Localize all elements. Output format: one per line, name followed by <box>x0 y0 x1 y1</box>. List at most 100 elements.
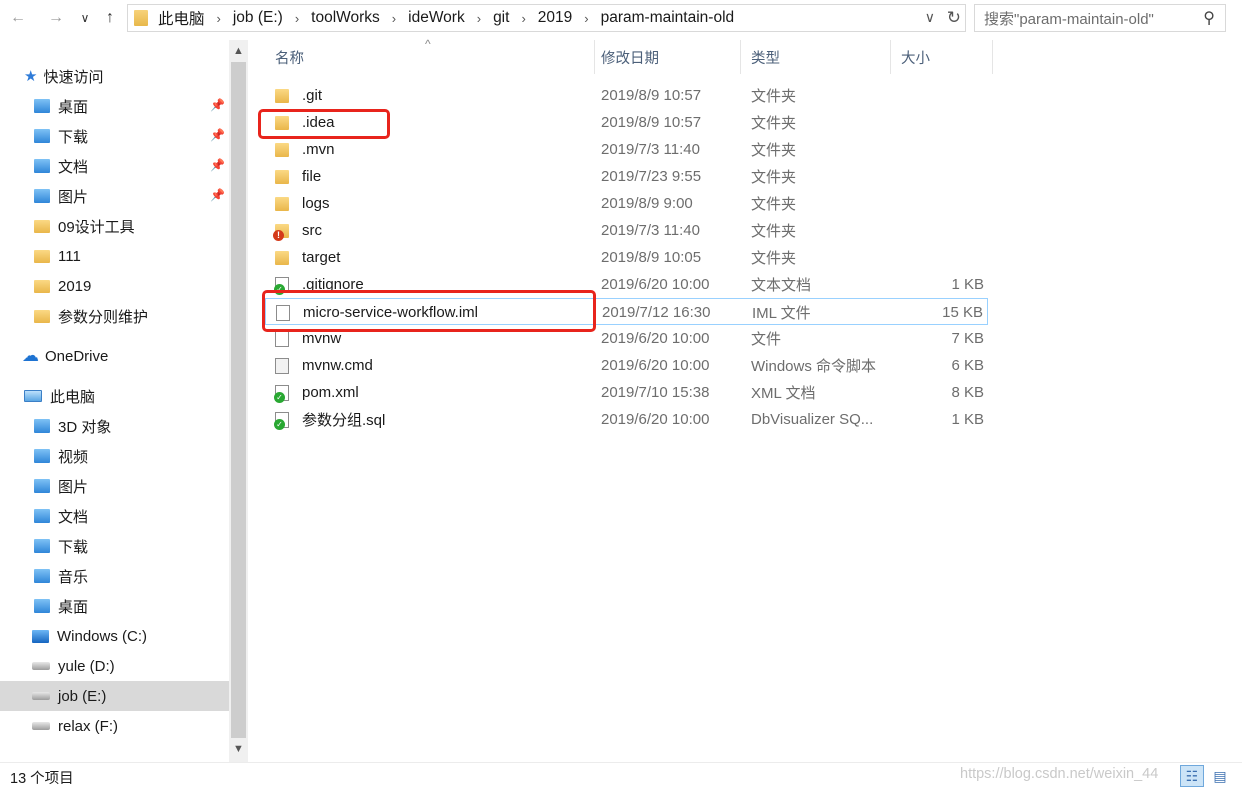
sidebar-item[interactable]: 09设计工具 <box>0 211 229 241</box>
sidebar-onedrive[interactable]: ☁ OneDrive <box>0 341 229 371</box>
status-bar: 13 个项目 https://blog.csdn.net/weixin_44 ☷… <box>0 762 1242 790</box>
column-name[interactable]: 名称 ^ <box>265 37 595 74</box>
folder-icon <box>34 509 50 523</box>
sidebar-item[interactable]: 桌面 <box>0 591 229 621</box>
pin-icon[interactable]: 📌 <box>210 98 225 112</box>
up-arrow-icon[interactable]: ↑ <box>98 6 122 30</box>
chevron-down-icon[interactable]: ∨ <box>925 9 935 26</box>
chevron-right-icon[interactable]: › <box>392 11 396 26</box>
folder-icon <box>34 309 50 323</box>
sidebar-drive[interactable]: job (E:) <box>0 681 229 711</box>
drive-icon <box>32 692 50 700</box>
breadcrumb-item[interactable]: 2019 › <box>538 7 601 29</box>
column-date[interactable]: 修改日期 <box>591 40 741 74</box>
breadcrumb-item[interactable]: ideWork › <box>408 7 493 29</box>
search-placeholder: 搜索"param-maintain-old" <box>984 10 1154 28</box>
sidebar-item[interactable]: 3D 对象 <box>0 411 229 441</box>
column-name-label: 名称 <box>275 50 304 67</box>
chevron-right-icon[interactable]: › <box>521 11 525 26</box>
sidebar-item[interactable]: 参数分则维护 <box>0 301 229 331</box>
file-type: 文件夹 <box>751 196 797 213</box>
recent-locations-chevron-icon[interactable]: ∨ <box>73 6 97 30</box>
breadcrumb-item[interactable]: 此电脑 › <box>158 7 233 29</box>
sidebar-label: 3D 对象 <box>58 418 112 436</box>
sidebar-drive[interactable]: Windows (C:) <box>0 621 229 651</box>
sidebar-item[interactable]: 下载 <box>0 531 229 561</box>
sidebar-item[interactable]: 2019 <box>0 271 229 301</box>
refresh-icon[interactable]: ↻ <box>947 8 961 28</box>
file-row[interactable]: 参数分组.sql 2019/6/20 10:00 DbVisualizer SQ..… <box>265 406 988 433</box>
scrollbar-thumb[interactable] <box>231 62 246 738</box>
folder-icon <box>34 539 50 553</box>
tiles-view-icon[interactable]: ▤ <box>1208 765 1232 787</box>
forward-arrow-icon[interactable]: → <box>44 6 68 30</box>
sidebar-this-pc[interactable]: 此电脑 <box>0 381 229 411</box>
scroll-up-icon[interactable]: ▲ <box>229 42 248 60</box>
file-name-cell: file <box>275 163 595 190</box>
file-type: 文本文档 <box>751 277 812 294</box>
scroll-down-icon[interactable]: ▼ <box>229 740 248 758</box>
file-row[interactable]: target 2019/8/9 10:05 文件夹 <box>265 244 988 271</box>
sidebar-item[interactable]: 下载 📌 <box>0 121 229 151</box>
folder-icon <box>275 88 289 103</box>
file-row[interactable]: logs 2019/8/9 9:00 文件夹 <box>265 190 988 217</box>
cloud-icon: ☁ <box>22 346 39 365</box>
file-size: 1 KB <box>951 411 984 428</box>
folder-icon <box>34 569 50 583</box>
file-row[interactable]: pom.xml 2019/7/10 15:38 XML 文档 8 KB <box>265 379 988 406</box>
file-row[interactable]: src 2019/7/3 11:40 文件夹 <box>265 217 988 244</box>
file-type: 文件夹 <box>751 169 797 186</box>
file-row[interactable]: file 2019/7/23 9:55 文件夹 <box>265 163 988 190</box>
sidebar-item[interactable]: 文档 <box>0 501 229 531</box>
breadcrumb-item[interactable]: job (E:) › <box>233 7 311 29</box>
sidebar-item[interactable]: 图片 <box>0 471 229 501</box>
file-type: DbVisualizer SQ... <box>751 411 874 428</box>
sidebar-drive[interactable]: relax (F:) <box>0 711 229 741</box>
file-name: logs <box>302 195 330 212</box>
sidebar-item[interactable]: 图片 📌 <box>0 181 229 211</box>
address-bar[interactable]: 此电脑 › job (E:) › toolWorks › ideWork › git › 2019 ›… <box>127 4 966 32</box>
highlight-box-idea <box>258 109 390 139</box>
column-size[interactable]: 大小 <box>891 40 993 74</box>
sidebar-item[interactable]: 桌面 📌 <box>0 91 229 121</box>
file-synced-icon <box>274 384 289 403</box>
file-row[interactable]: .mvn 2019/7/3 11:40 文件夹 <box>265 136 988 163</box>
details-view-icon[interactable]: ☷ <box>1180 765 1204 787</box>
pin-icon[interactable]: 📌 <box>210 128 225 142</box>
file-name-cell: 参数分组.sql <box>274 406 595 433</box>
file-icon <box>275 330 289 347</box>
folder-icon <box>34 159 50 173</box>
pin-icon[interactable]: 📌 <box>210 188 225 202</box>
file-size: 15 KB <box>942 304 983 321</box>
file-type: IML 文件 <box>752 305 811 322</box>
sidebar-drive[interactable]: yule (D:) <box>0 651 229 681</box>
file-date: 2019/6/20 10:00 <box>601 411 710 428</box>
chevron-right-icon[interactable]: › <box>477 11 481 26</box>
breadcrumb-item[interactable]: param-maintain-old <box>601 7 735 29</box>
sidebar-item[interactable]: 音乐 <box>0 561 229 591</box>
chevron-right-icon[interactable]: › <box>295 11 299 26</box>
chevron-right-icon[interactable]: › <box>584 11 588 26</box>
file-name-cell: logs <box>275 190 595 217</box>
breadcrumb-item[interactable]: toolWorks › <box>311 7 408 29</box>
folder-icon <box>275 142 289 157</box>
pin-icon[interactable]: 📌 <box>210 158 225 172</box>
breadcrumb-item[interactable]: git › <box>493 7 538 29</box>
sidebar-item[interactable]: 111 <box>0 241 229 271</box>
column-type[interactable]: 类型 <box>741 40 891 74</box>
search-input[interactable]: 搜索"param-maintain-old" ⚲ <box>974 4 1226 32</box>
file-row[interactable]: .git 2019/8/9 10:57 文件夹 <box>265 82 988 109</box>
file-name-cell: .mvn <box>275 136 595 163</box>
file-row[interactable]: mvnw.cmd 2019/6/20 10:00 Windows 命令脚本 6 KB <box>265 352 988 379</box>
file-date: 2019/6/20 10:00 <box>601 276 710 293</box>
file-synced-icon <box>274 411 289 430</box>
sidebar-scrollbar[interactable]: ▲ ▼ <box>229 40 248 762</box>
sidebar-quick-access[interactable]: ★ 快速访问 <box>0 61 229 91</box>
chevron-right-icon[interactable]: › <box>217 11 221 26</box>
back-arrow-icon[interactable]: ← <box>6 6 30 30</box>
folder-icon <box>34 599 50 613</box>
item-count: 13 个项目 <box>10 771 74 787</box>
sidebar-item[interactable]: 文档 📌 <box>0 151 229 181</box>
file-name: file <box>302 168 322 185</box>
sidebar-item[interactable]: 视频 <box>0 441 229 471</box>
